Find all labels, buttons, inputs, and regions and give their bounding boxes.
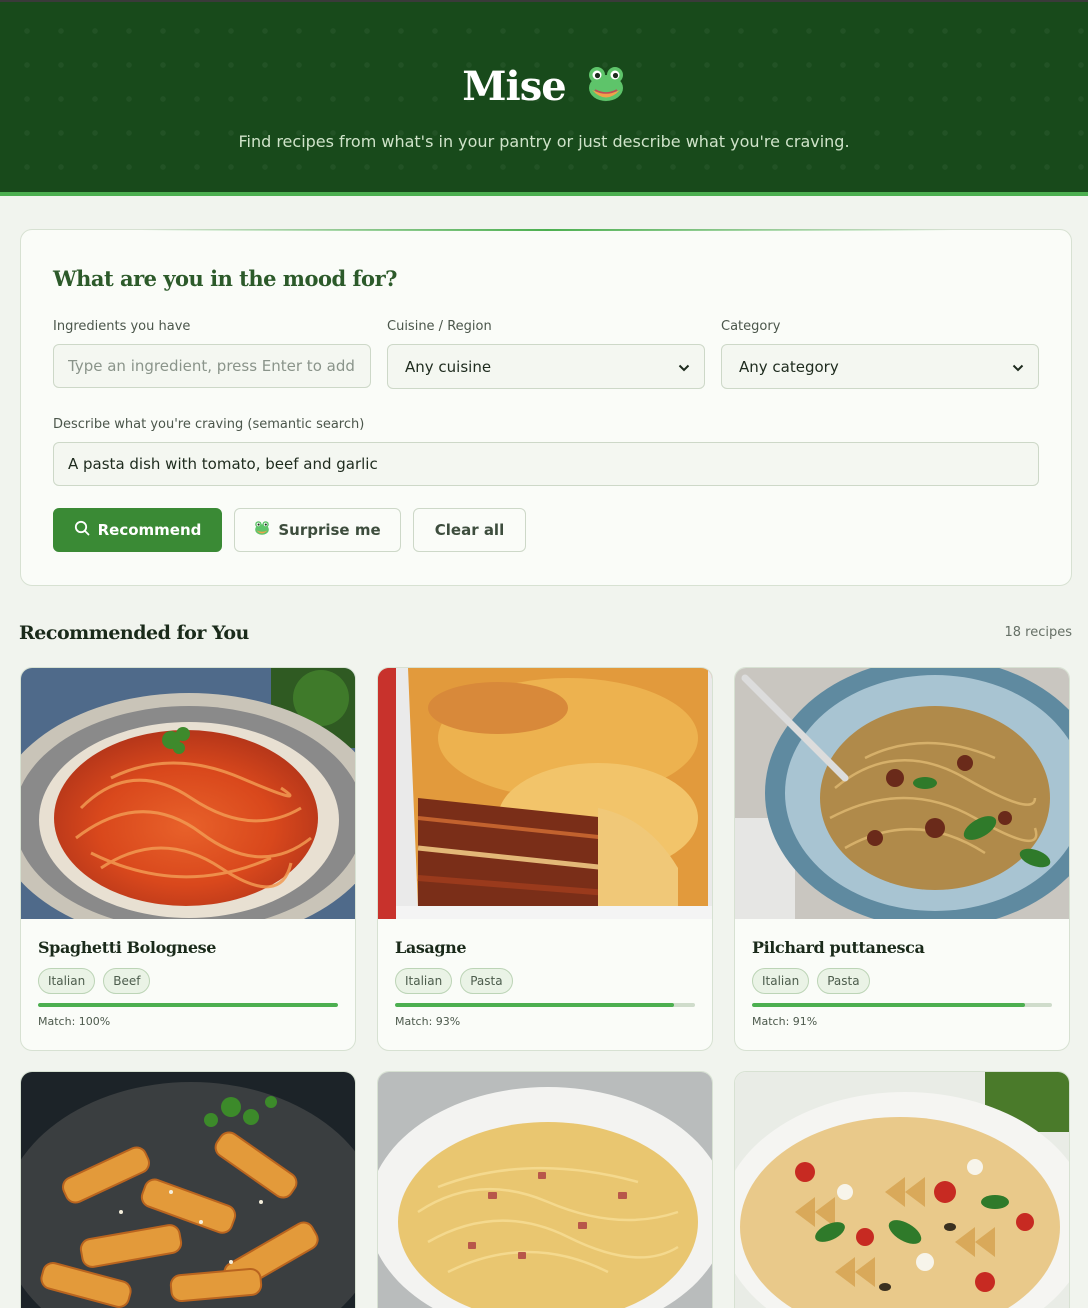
recipe-title: Lasagne [395, 938, 467, 957]
ingredients-label: Ingredients you have [53, 319, 191, 334]
cuisine-label: Cuisine / Region [387, 319, 492, 334]
results-title: Recommended for You [19, 622, 249, 644]
category-select-value: Any category [739, 357, 839, 376]
spaghetti-bolognese-photo [21, 668, 355, 919]
recipe-title: Pilchard puttanesca [752, 938, 925, 957]
frog-icon [254, 520, 270, 540]
header-accent-bar [0, 192, 1088, 196]
recipe-card[interactable] [734, 1071, 1070, 1308]
cuisine-select[interactable]: Any cuisine [387, 344, 705, 389]
ingredients-input[interactable] [53, 344, 371, 388]
farfalle-salad-photo [735, 1072, 1069, 1308]
match-bar [395, 1003, 695, 1007]
chevron-down-icon [1012, 358, 1024, 376]
chevron-down-icon [678, 358, 690, 376]
clear-all-button-label: Clear all [434, 521, 505, 539]
recommend-button-label: Recommend [97, 521, 202, 539]
lasagne-photo [378, 668, 712, 919]
recipe-title: Spaghetti Bolognese [38, 938, 217, 957]
panel-accent-line [141, 229, 953, 231]
recipe-tag: Pasta [460, 968, 513, 994]
tagline: Find recipes from what's in your pantry … [238, 132, 850, 151]
brand: Mise [0, 58, 1088, 114]
app-name: Mise [462, 62, 566, 110]
match-bar-fill [395, 1003, 674, 1007]
carbonara-pasta-photo [378, 1072, 712, 1308]
cuisine-select-value: Any cuisine [405, 357, 492, 376]
recipe-card[interactable]: Spaghetti Bolognese Italian Beef Match: … [20, 667, 356, 1051]
recipe-tag: Beef [103, 968, 151, 994]
search-title: What are you in the mood for? [53, 266, 397, 291]
clear-all-button[interactable]: Clear all [413, 508, 526, 552]
recipe-tags: Italian Pasta [395, 968, 513, 994]
search-panel: What are you in the mood for? Ingredient… [20, 229, 1072, 586]
frog-icon [586, 64, 626, 108]
surprise-button[interactable]: Surprise me [234, 508, 401, 552]
recipe-tags: Italian Pasta [752, 968, 870, 994]
match-label: Match: 93% [395, 1015, 461, 1028]
category-select[interactable]: Any category [721, 344, 1039, 389]
penne-pasta-photo [21, 1072, 355, 1308]
match-label: Match: 91% [752, 1015, 818, 1028]
recipe-tag: Italian [395, 968, 453, 994]
pilchard-puttanesca-photo [735, 668, 1069, 919]
recipe-card[interactable]: Lasagne Italian Pasta Match: 93% [377, 667, 713, 1051]
category-label: Category [721, 319, 781, 334]
match-bar-fill [38, 1003, 338, 1007]
recommend-button[interactable]: Recommend [53, 508, 222, 552]
recipe-tag: Italian [752, 968, 810, 994]
craving-input[interactable] [53, 442, 1039, 486]
match-bar [752, 1003, 1052, 1007]
match-label: Match: 100% [38, 1015, 111, 1028]
match-bar-fill [752, 1003, 1025, 1007]
search-icon [74, 520, 90, 540]
recipe-tag: Pasta [817, 968, 870, 994]
recipe-card[interactable] [20, 1071, 356, 1308]
recipe-card[interactable]: Pilchard puttanesca Italian Pasta Match:… [734, 667, 1070, 1051]
recipe-card[interactable] [377, 1071, 713, 1308]
recipe-tags: Italian Beef [38, 968, 151, 994]
surprise-button-label: Surprise me [278, 521, 381, 539]
results-count: 18 recipes [1004, 625, 1072, 640]
craving-label: Describe what you're craving (semantic s… [53, 417, 365, 432]
match-bar [38, 1003, 338, 1007]
recipe-tag: Italian [38, 968, 96, 994]
